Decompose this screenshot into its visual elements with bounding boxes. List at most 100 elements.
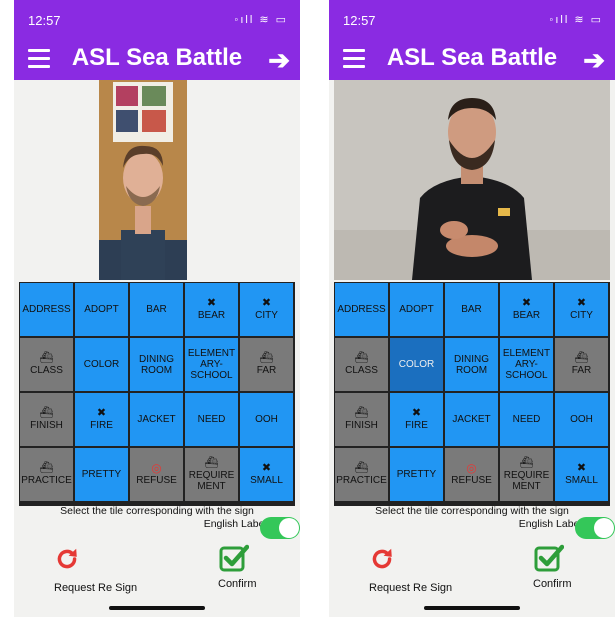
sign-video <box>334 80 610 280</box>
refresh-icon[interactable] <box>54 546 80 572</box>
sign-tile[interactable]: ⛴ FINISH <box>20 393 73 446</box>
status-bar: 12:57 ◦ıll ≋ ▭ <box>14 0 300 40</box>
sign-tile[interactable]: ⛴ PRACTICE <box>335 448 388 501</box>
instruction-text: Select the tile corresponding with the s… <box>60 505 254 517</box>
sign-tile[interactable]: ⛴ PRACTICE <box>20 448 73 501</box>
sign-tile[interactable]: ✖ BEAR <box>185 283 238 336</box>
tile-label: OOH <box>570 414 593 425</box>
sign-tile[interactable]: ⛴ FAR <box>555 338 608 391</box>
confirm-button[interactable]: Confirm <box>218 578 257 590</box>
checkbox-check-icon[interactable] <box>219 543 249 573</box>
sign-video <box>99 80 187 280</box>
back-arrow-icon[interactable]: ➔ <box>583 45 605 76</box>
tile-label: ADOPT <box>399 304 434 315</box>
tile-label: CITY <box>255 310 278 321</box>
request-resign-button[interactable]: Request Re Sign <box>54 582 137 594</box>
back-arrow-icon[interactable]: ➔ <box>268 45 290 76</box>
tile-label: DINING ROOM <box>454 353 489 376</box>
status-time: 12:57 <box>28 13 61 28</box>
ship-icon: ⛴ <box>39 407 54 419</box>
sign-tile[interactable]: ◎ REFUSE <box>130 448 183 501</box>
miss-x-icon: ✖ <box>261 462 272 474</box>
tile-label: JACKET <box>452 414 491 425</box>
sign-tile[interactable]: ✖ FIRE <box>390 393 443 446</box>
sign-tile[interactable]: COLOR <box>75 338 128 391</box>
sign-tile[interactable]: ✖ CITY <box>555 283 608 336</box>
english-labels-toggle[interactable] <box>575 517 615 539</box>
sign-tile[interactable]: NEED <box>500 393 553 446</box>
status-time: 12:57 <box>343 13 376 28</box>
sign-tile[interactable]: BAR <box>445 283 498 336</box>
sign-tile[interactable]: ADOPT <box>75 283 128 336</box>
miss-x-icon: ✖ <box>576 297 587 309</box>
tile-label: SMALL <box>565 475 598 486</box>
sign-tile[interactable]: COLOR <box>390 338 443 391</box>
sign-tile[interactable]: ⛴ FAR <box>240 338 293 391</box>
sign-tile[interactable]: BAR <box>130 283 183 336</box>
sign-tile[interactable]: ELEMENT ARY- SCHOOL <box>185 338 238 391</box>
sign-tile[interactable]: ⛴ FINISH <box>335 393 388 446</box>
home-indicator[interactable] <box>109 606 205 610</box>
sign-tile[interactable]: ⛴ REQUIRE MENT <box>500 448 553 501</box>
tile-label: FINISH <box>30 420 63 431</box>
ship-icon: ⛴ <box>39 352 54 364</box>
tile-label: JACKET <box>137 414 176 425</box>
tile-label: NEED <box>197 414 226 425</box>
app-title: ASL Sea Battle <box>71 44 243 71</box>
sign-tile[interactable]: NEED <box>185 393 238 446</box>
tile-label: ELEMENT ARY- SCHOOL <box>187 348 236 381</box>
sign-tile[interactable]: ✖ BEAR <box>500 283 553 336</box>
sign-tile[interactable]: ✖ CITY <box>240 283 293 336</box>
ship-icon: ⛴ <box>574 352 589 364</box>
sign-tile[interactable]: PRETTY <box>75 448 128 501</box>
tile-label: CLASS <box>30 365 63 376</box>
tile-label: FIRE <box>90 420 113 431</box>
sign-tile[interactable]: ADOPT <box>390 283 443 336</box>
sign-tile[interactable]: JACKET <box>130 393 183 446</box>
ship-icon: ⛴ <box>354 462 369 474</box>
home-indicator[interactable] <box>424 606 520 610</box>
status-bar: 12:57 ◦ıll ≋ ▭ <box>329 0 615 40</box>
tile-label: COLOR <box>83 359 120 370</box>
sign-tile[interactable]: OOH <box>240 393 293 446</box>
confirm-button[interactable]: Confirm <box>533 578 572 590</box>
miss-x-icon: ✖ <box>411 407 422 419</box>
sign-tile[interactable]: DINING ROOM <box>445 338 498 391</box>
sign-tile[interactable]: ◎ REFUSE <box>445 448 498 501</box>
ship-icon: ⛴ <box>354 407 369 419</box>
tile-label: FAR <box>256 365 277 376</box>
sign-tile[interactable]: DINING ROOM <box>130 338 183 391</box>
tile-label: ELEMENT ARY- SCHOOL <box>502 348 551 381</box>
sign-tile-grid: ADDRESS ADOPT BAR ✖ BEAR ✖ CITY ⛴ CLASS COLOR DINI… <box>334 282 610 506</box>
request-resign-button[interactable]: Request Re Sign <box>369 582 452 594</box>
tile-label: BAR <box>146 304 167 315</box>
app-title: ASL Sea Battle <box>386 44 558 71</box>
tile-label: FIRE <box>405 420 428 431</box>
tile-label: REFUSE <box>136 475 177 486</box>
sign-tile[interactable]: ✖ SMALL <box>555 448 608 501</box>
sign-tile[interactable]: ⛴ REQUIRE MENT <box>185 448 238 501</box>
sign-tile[interactable]: OOH <box>555 393 608 446</box>
checkbox-check-icon[interactable] <box>534 543 564 573</box>
english-labels-toggle[interactable] <box>260 517 300 539</box>
sign-tile[interactable]: ✖ FIRE <box>75 393 128 446</box>
tile-label: REFUSE <box>451 475 492 486</box>
target-hit-icon: ◎ <box>466 461 477 475</box>
sign-tile[interactable]: ADDRESS <box>335 283 388 336</box>
sign-tile[interactable]: ELEMENT ARY- SCHOOL <box>500 338 553 391</box>
tile-label: PRACTICE <box>21 475 72 486</box>
sign-tile[interactable]: ADDRESS <box>20 283 73 336</box>
sign-tile[interactable]: ⛴ CLASS <box>335 338 388 391</box>
sign-tile[interactable]: ✖ SMALL <box>240 448 293 501</box>
miss-x-icon: ✖ <box>96 407 107 419</box>
tile-label: FINISH <box>345 420 378 431</box>
sign-tile[interactable]: JACKET <box>445 393 498 446</box>
tile-label: BAR <box>461 304 482 315</box>
tile-label: ADDRESS <box>22 304 71 315</box>
ship-icon: ⛴ <box>204 456 219 469</box>
tile-label: REQUIRE MENT <box>188 469 235 492</box>
sign-tile[interactable]: ⛴ CLASS <box>20 338 73 391</box>
refresh-icon[interactable] <box>369 546 395 572</box>
sign-tile[interactable]: PRETTY <box>390 448 443 501</box>
ship-icon: ⛴ <box>519 456 534 469</box>
